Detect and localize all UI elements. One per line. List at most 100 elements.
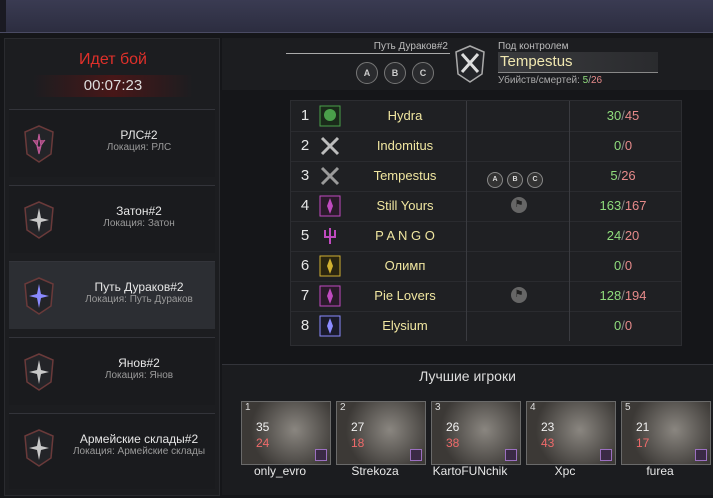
battle-timer: 00:07:23 xyxy=(33,75,193,97)
row-deaths: 45 xyxy=(624,108,640,123)
row-rank: 5 xyxy=(300,227,310,244)
capture-point-a-icon: A xyxy=(487,172,503,188)
player-deaths: 17 xyxy=(636,436,650,450)
player-deaths: 18 xyxy=(351,436,365,450)
locations-panel: Идет бой 00:07:23 РЛС#2 Локация: РЛС Зат… xyxy=(4,38,220,496)
leaderboard-row[interactable]: 1 Hydra 30/45 xyxy=(291,101,681,132)
control-label: Под контролем xyxy=(498,41,569,52)
leaderboard-row[interactable]: 6 Олимп 0/0 xyxy=(291,251,681,282)
player-position: 3 xyxy=(435,402,441,413)
player-name: Strekoza xyxy=(351,464,399,478)
row-status: ⚑ xyxy=(466,281,570,311)
row-deaths: 0 xyxy=(624,258,633,273)
location-title: Путь Дураков#2 xyxy=(94,280,184,294)
kd-label: Убийств/смертей: xyxy=(498,75,580,86)
clan-badge-icon xyxy=(600,449,612,461)
row-clan-name: P A N G O xyxy=(375,228,435,243)
clan-badge-icon xyxy=(505,449,517,461)
player-position: 2 xyxy=(340,402,346,413)
row-rank: 1 xyxy=(300,107,310,124)
row-score: 5/26 xyxy=(610,168,636,183)
row-clan-name: Олимп xyxy=(384,258,426,273)
row-deaths: 167 xyxy=(624,198,647,213)
kd-deaths: 26 xyxy=(591,75,603,86)
row-capture-points: ABC xyxy=(487,168,547,188)
flag-icon: ⚑ xyxy=(511,197,527,213)
player-name: furea xyxy=(646,464,674,478)
top-bar xyxy=(0,0,713,33)
leaderboard-row[interactable]: 2 Indomitus 0/0 xyxy=(291,131,681,162)
star-shield-icon xyxy=(24,429,54,467)
row-status: ⚑ xyxy=(466,191,570,221)
clan-leaderboard: 1 Hydra 30/45 2 Indomitus 0/0 3 Tempestu… xyxy=(290,100,682,346)
row-score: 30/45 xyxy=(606,108,640,123)
player-kills: 27 xyxy=(351,420,365,434)
row-score: 163/167 xyxy=(599,198,647,213)
location-item-selected[interactable]: Путь Дураков#2 Локация: Путь Дураков xyxy=(9,261,215,329)
clan-badge-icon xyxy=(315,449,327,461)
kd-kills: 5 xyxy=(582,75,589,86)
row-rank: 4 xyxy=(300,197,310,214)
crossed-swords-shield-icon xyxy=(455,45,485,83)
blue-star-shield-icon xyxy=(24,277,54,315)
location-item[interactable]: Янов#2 Локация: Янов xyxy=(9,337,215,405)
row-clan-name: Tempestus xyxy=(373,168,437,183)
row-status: ABC xyxy=(466,161,570,191)
row-score: 0/0 xyxy=(613,138,633,153)
player-card[interactable]: 2 27 18 xyxy=(336,401,426,465)
row-clan-name: Hydra xyxy=(387,108,423,123)
clan-badge-icon xyxy=(410,449,422,461)
battle-status: Идет бой 00:07:23 xyxy=(15,47,211,109)
player-deaths: 43 xyxy=(541,436,555,450)
crossed-swords-icon xyxy=(320,166,340,186)
leaderboard-row[interactable]: 5 P A N G O 24/20 xyxy=(291,221,681,252)
row-kills: 5 xyxy=(610,168,618,183)
player-card[interactable]: 4 23 43 xyxy=(526,401,616,465)
row-rank: 3 xyxy=(300,167,310,184)
player-name: Xpc xyxy=(554,464,576,478)
row-status xyxy=(466,221,570,251)
control-clan-name: Tempestus xyxy=(498,52,658,73)
player-card[interactable]: 5 21 17 xyxy=(621,401,711,465)
row-rank: 6 xyxy=(300,257,310,274)
clan-badge-icon xyxy=(695,449,707,461)
row-deaths: 194 xyxy=(624,288,647,303)
clan-emblem-icon xyxy=(319,315,341,337)
capture-points: ABC xyxy=(356,62,440,84)
player-deaths: 24 xyxy=(256,436,270,450)
row-kills: 128 xyxy=(599,288,622,303)
row-status xyxy=(466,251,570,281)
location-item[interactable]: Армейские склады#2 Локация: Армейские ск… xyxy=(9,413,215,489)
location-title: Затон#2 xyxy=(116,204,162,218)
leaderboard-row[interactable]: 8 Elysium 0/0 xyxy=(291,311,681,341)
location-subtitle: Локация: Армейские склады xyxy=(72,446,206,457)
row-rank: 2 xyxy=(300,137,310,154)
battle-title: Идет бой xyxy=(79,51,147,68)
best-players-title: Лучшие игроки xyxy=(419,368,516,384)
location-subtitle: Локация: РЛС xyxy=(106,142,172,153)
player-card[interactable]: 1 35 24 xyxy=(241,401,331,465)
leaderboard-row[interactable]: 7 Pie Lovers ⚑ 128/194 xyxy=(291,281,681,312)
location-title: РЛС#2 xyxy=(120,128,158,142)
leaderboard-row[interactable]: 4 Still Yours ⚑ 163/167 xyxy=(291,191,681,222)
capture-point-b-icon: B xyxy=(384,62,406,84)
capture-point-a-icon: A xyxy=(356,62,378,84)
row-score: 0/0 xyxy=(613,318,633,333)
location-subtitle: Локация: Затон xyxy=(103,218,175,229)
player-name: only_evro xyxy=(253,464,307,478)
location-item[interactable]: Затон#2 Локация: Затон xyxy=(9,185,215,253)
location-item[interactable]: РЛС#2 Локация: РЛС xyxy=(9,109,215,177)
player-card[interactable]: 3 26 38 xyxy=(431,401,521,465)
trident-emblem-icon xyxy=(324,228,336,244)
location-header: Путь Дураков#2 ABC Под контролем Tempest… xyxy=(222,38,713,90)
player-position: 1 xyxy=(245,402,251,413)
player-deaths: 38 xyxy=(446,436,460,450)
row-clan-name: Indomitus xyxy=(376,138,434,153)
leaderboard-row[interactable]: 3 Tempestus ABC 5/26 xyxy=(291,161,681,192)
row-deaths: 0 xyxy=(624,138,633,153)
clan-emblem-icon xyxy=(319,255,341,277)
clan-emblem-icon xyxy=(319,195,341,217)
row-score: 128/194 xyxy=(599,288,647,303)
control-kd: Убийств/смертей: 5/26 xyxy=(498,75,603,86)
row-clan-name: Still Yours xyxy=(376,198,434,213)
